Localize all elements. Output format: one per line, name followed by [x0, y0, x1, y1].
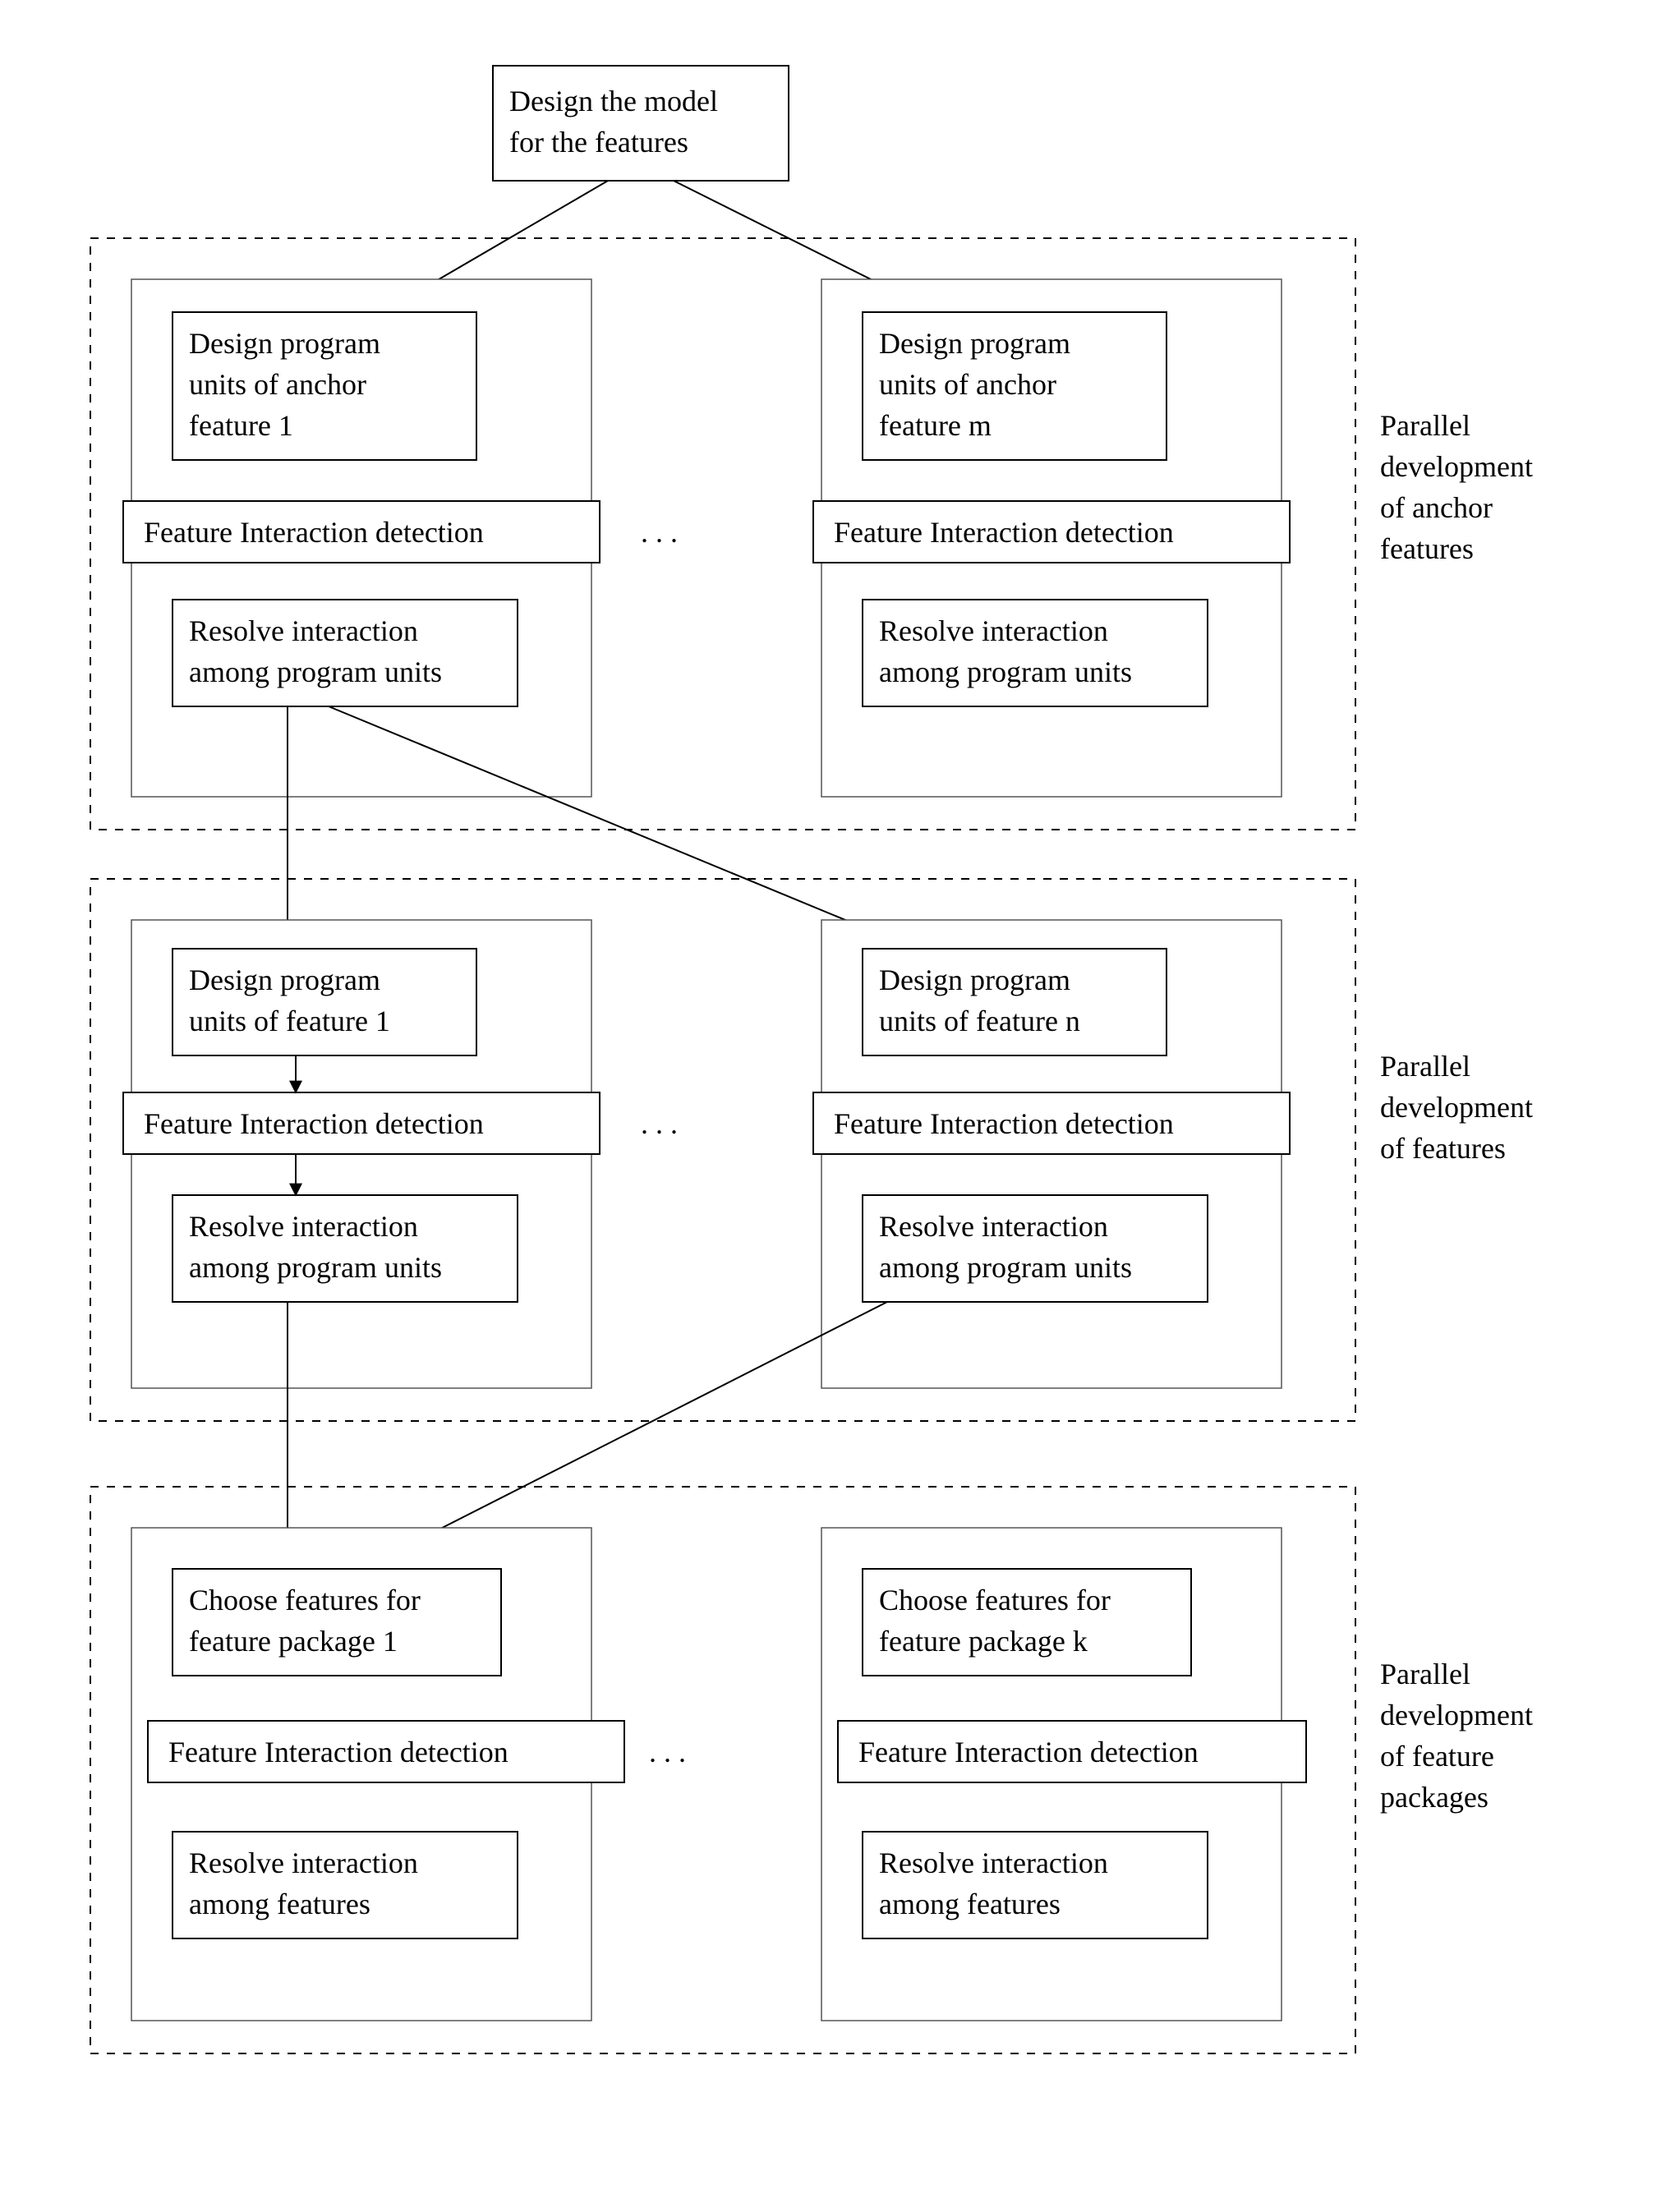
packages-left-choose1: Choose features for [189, 1584, 421, 1616]
anchor-right-design3: feature m [879, 409, 992, 442]
features-right-resolve2: among program units [879, 1251, 1132, 1284]
anchor-left-fid: Feature Interaction detection [144, 516, 484, 549]
packages-label2: development [1380, 1699, 1533, 1731]
anchor-left-resolve2: among program units [189, 655, 442, 688]
features-label2: development [1380, 1091, 1533, 1124]
packages-right-choose2: feature package k [879, 1625, 1088, 1658]
anchor-left-design3: feature 1 [189, 409, 293, 442]
top-line2: for the features [509, 126, 688, 159]
packages-label3: of feature [1380, 1740, 1494, 1773]
features-left-block: Design program units of feature 1 Featur… [123, 920, 600, 1388]
features-right-fid: Feature Interaction detection [834, 1107, 1174, 1140]
anchor-label2: development [1380, 450, 1533, 483]
features-label: Parallel development of features [1380, 1050, 1533, 1165]
features-left-fid: Feature Interaction detection [144, 1107, 484, 1140]
anchor-right-design1: Design program [879, 327, 1070, 360]
anchor-left-design2: units of anchor [189, 368, 366, 401]
top-line1: Design the model [509, 85, 718, 117]
anchor-left-design1: Design program [189, 327, 380, 360]
anchor-left-resolve1: Resolve interaction [189, 614, 418, 647]
features-dots: . . . [641, 1107, 678, 1140]
features-left-resolve1: Resolve interaction [189, 1210, 418, 1243]
anchor-label3: of anchor [1380, 491, 1493, 524]
anchor-right-design2: units of anchor [879, 368, 1056, 401]
packages-left-fid: Feature Interaction detection [168, 1736, 508, 1768]
packages-label4: packages [1380, 1781, 1489, 1814]
flowchart: Design the model for the features Parall… [0, 0, 1675, 2212]
packages-left-resolve2: among features [189, 1888, 370, 1920]
packages-right-fid: Feature Interaction detection [858, 1736, 1199, 1768]
anchor-right-resolve2: among program units [879, 655, 1132, 688]
features-label3: of features [1380, 1132, 1506, 1165]
packages-left-choose2: feature package 1 [189, 1625, 398, 1658]
features-left-resolve2: among program units [189, 1251, 442, 1284]
packages-left-resolve1: Resolve interaction [189, 1846, 418, 1879]
anchor-label: Parallel development of anchor features [1380, 409, 1533, 565]
packages-right-resolve2: among features [879, 1888, 1061, 1920]
features-label1: Parallel [1380, 1050, 1470, 1083]
anchor-label1: Parallel [1380, 409, 1470, 442]
features-right-resolve1: Resolve interaction [879, 1210, 1108, 1243]
features-right-block: Design program units of feature n Featur… [813, 920, 1290, 1388]
anchor-dots: . . . [641, 516, 678, 549]
features-left-design1: Design program [189, 963, 380, 996]
features-right-design1: Design program [879, 963, 1070, 996]
anchor-right-resolve1: Resolve interaction [879, 614, 1108, 647]
packages-right-block: Choose features for feature package k Fe… [821, 1528, 1306, 2021]
packages-label: Parallel development of feature packages [1380, 1658, 1533, 1814]
packages-label1: Parallel [1380, 1658, 1470, 1690]
packages-left-block: Choose features for feature package 1 Fe… [131, 1528, 624, 2021]
packages-right-resolve1: Resolve interaction [879, 1846, 1108, 1879]
packages-dots: . . . [649, 1736, 686, 1768]
anchor-label4: features [1380, 532, 1474, 565]
anchor-right-block: Design program units of anchor feature m… [813, 279, 1290, 797]
packages-right-choose1: Choose features for [879, 1584, 1111, 1616]
features-left-design2: units of feature 1 [189, 1005, 390, 1037]
features-right-design2: units of feature n [879, 1005, 1080, 1037]
anchor-right-fid: Feature Interaction detection [834, 516, 1174, 549]
top-box: Design the model for the features [493, 66, 789, 181]
